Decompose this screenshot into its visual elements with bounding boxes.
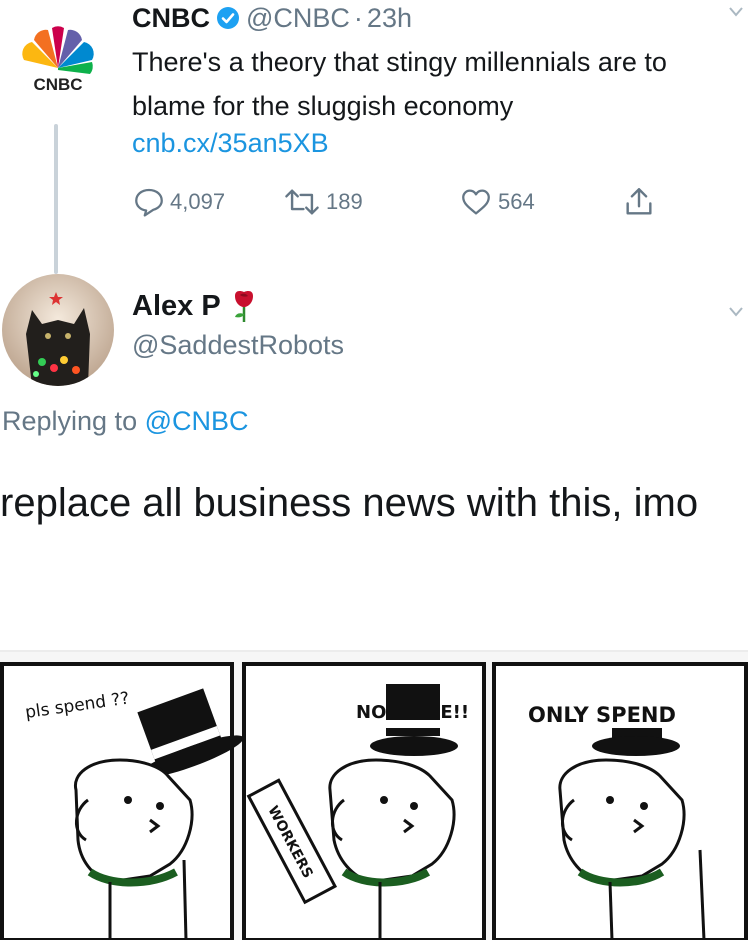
avatar[interactable] <box>2 274 114 386</box>
reply-author: Alex P <box>132 286 259 326</box>
retweet-button[interactable]: 189 <box>282 182 363 222</box>
replying-to: Replying to @CNBC <box>2 406 249 437</box>
account-handle[interactable]: @CNBC <box>246 3 350 34</box>
reply-count: 4,097 <box>170 189 226 214</box>
comic-image[interactable]: pls spend ?? NO WAGE!! <box>0 650 748 940</box>
share-button[interactable] <box>622 182 660 222</box>
verified-badge-icon <box>217 7 239 29</box>
quoted-tweet-header: CNBC @CNBC · 23h <box>132 2 412 34</box>
comic-strip: pls spend ?? NO WAGE!! <box>0 650 748 940</box>
separator-dot: · <box>353 2 363 33</box>
tweet-actions: 4,097 189 564 <box>132 182 692 222</box>
reply-icon <box>135 188 163 217</box>
account-name[interactable]: CNBC <box>132 3 210 34</box>
heart-icon <box>462 189 490 215</box>
rose-emoji-icon <box>234 291 253 322</box>
cat-avatar-image <box>2 274 114 386</box>
cnbc-avatar[interactable]: CNBC <box>8 22 108 94</box>
tweet-link[interactable]: cnb.cx/35an5XB <box>132 128 329 159</box>
reply-author-handle[interactable]: @SaddestRobots <box>132 330 344 361</box>
reply-button[interactable]: 4,097 <box>132 182 225 222</box>
share-icon <box>626 188 652 215</box>
cnbc-peacock-icon: CNBC <box>22 26 94 94</box>
replying-to-mention[interactable]: @CNBC <box>145 406 249 436</box>
like-count: 564 <box>498 189 535 214</box>
retweet-icon <box>285 189 319 215</box>
panel-3-caption: ONLY SPEND <box>528 703 676 727</box>
like-button[interactable]: 564 <box>458 182 535 222</box>
tweet-timestamp[interactable]: 23h <box>367 3 412 34</box>
chevron-down-icon[interactable] <box>728 6 744 18</box>
comic-panel-1: pls spend ?? <box>0 662 244 940</box>
comic-panel-2: NO WAGE!! WORKERS <box>242 662 486 940</box>
cnbc-logo-text: CNBC <box>33 75 82 94</box>
reply-author-name[interactable]: Alex P <box>132 290 221 323</box>
replying-to-label: Replying to <box>2 406 138 436</box>
comic-panel-3: ONLY SPEND <box>492 662 748 940</box>
tweet-text: There's a theory that stingy millennials… <box>132 47 667 121</box>
thread-line <box>54 124 58 274</box>
retweet-count: 189 <box>326 189 363 214</box>
reply-text: replace all business news with this, imo <box>0 481 699 525</box>
chevron-down-icon[interactable] <box>728 306 744 318</box>
